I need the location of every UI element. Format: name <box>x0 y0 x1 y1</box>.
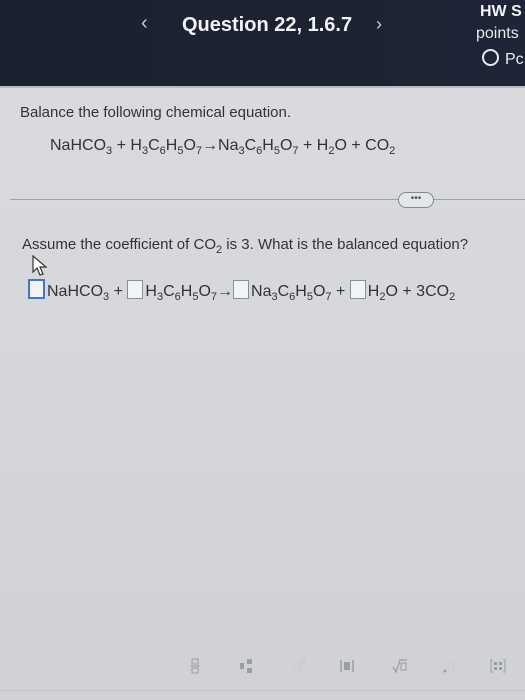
next-question-button[interactable]: › <box>376 14 382 35</box>
coefficient-input-h2o[interactable] <box>349 280 366 299</box>
unbalanced-equation: NaHCO3 + H3C6H5O7→Na3C6H5O7 + H2O + CO2 <box>50 137 396 157</box>
bottom-divider <box>0 690 525 691</box>
absolute-value-icon[interactable] <box>340 658 354 677</box>
mouse-pointer-icon <box>32 255 48 276</box>
answer-equation: NaHCO3 + H3C6H5O7→ Na3C6H5O7 + H2O + 3CO2 <box>28 279 455 303</box>
mixed-number-icon[interactable] <box>240 658 254 677</box>
circle-icon <box>482 49 499 66</box>
square-root-icon[interactable] <box>392 658 408 677</box>
decimal-icon[interactable] <box>442 658 454 677</box>
points-status: Pc <box>482 49 524 69</box>
header-divider <box>0 86 525 88</box>
previous-question-button[interactable]: ‹ <box>141 12 148 35</box>
coefficient-input-nahco3[interactable] <box>28 279 45 299</box>
header-bar: ‹ Question 22, 1.6.7 › HW S points Pc <box>0 0 525 86</box>
section-divider <box>10 199 525 200</box>
part-prompt: Assume the coefficient of CO2 is 3. What… <box>22 236 469 256</box>
points-label: points <box>476 25 519 42</box>
fraction-icon[interactable] <box>190 658 200 677</box>
pc-label: Pc <box>505 51 524 68</box>
exponent-icon[interactable] <box>293 658 306 677</box>
coefficient-input-na3c6h5o7[interactable] <box>233 280 250 299</box>
question-instruction: Balance the following chemical equation. <box>20 104 292 121</box>
more-options-button[interactable]: ••• <box>398 192 434 208</box>
question-title: Question 22, 1.6.7 <box>182 14 353 36</box>
homework-label: HW S <box>480 3 522 20</box>
matrix-icon[interactable] <box>490 658 506 677</box>
coefficient-input-h3c6h5o7[interactable] <box>127 280 144 299</box>
